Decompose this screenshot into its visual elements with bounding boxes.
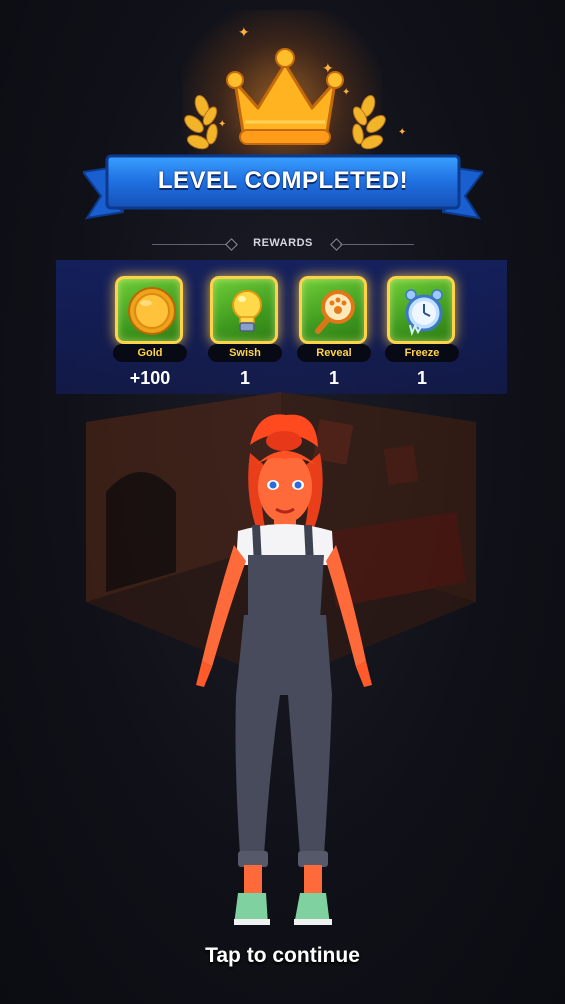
reward-reveal: Reveal 1 <box>297 276 371 392</box>
sparkle-icon: ✦ <box>238 25 250 41</box>
reward-amount: +100 <box>129 368 171 388</box>
reward-name: Swish <box>208 344 282 362</box>
character-avatar <box>196 414 372 925</box>
reward-gold: Gold +100 <box>113 276 187 392</box>
divider-line <box>340 244 414 245</box>
tap-to-continue-prompt[interactable]: Tap to continue <box>0 944 565 968</box>
rewards-label: REWARDS <box>253 237 313 249</box>
frozen-clock-icon <box>405 289 443 337</box>
reward-tile <box>115 276 183 344</box>
reward-name: Gold <box>113 344 187 362</box>
reward-tile <box>387 276 455 344</box>
reward-tile <box>210 276 278 344</box>
reward-amount: 1 <box>239 368 250 388</box>
level-complete-screen[interactable]: ✦ ✦ ✦ ✦ ✦ LEVEL COMPLETED! REWARDS Gold … <box>0 0 565 1004</box>
sparkle-icon: ✦ <box>342 87 351 98</box>
reward-tile <box>299 276 367 344</box>
reward-amount: 1 <box>328 368 339 388</box>
reward-amount: 1 <box>416 368 427 388</box>
rewards-divider: REWARDS <box>152 236 414 254</box>
sparkle-icon: ✦ <box>322 61 334 77</box>
reward-name: Freeze <box>385 344 459 362</box>
magnifier-icon <box>315 290 355 334</box>
level-completed-title: LEVEL COMPLETED! <box>157 167 409 194</box>
lightbulb-icon <box>232 290 262 332</box>
sparkle-icon: ✦ <box>218 119 227 130</box>
sparkle-icon: ✦ <box>398 127 407 138</box>
reward-freeze: Freeze 1 <box>385 276 459 392</box>
reward-swish: Swish 1 <box>208 276 282 392</box>
reward-name: Reveal <box>297 344 371 362</box>
gold-coin-icon <box>128 287 176 335</box>
